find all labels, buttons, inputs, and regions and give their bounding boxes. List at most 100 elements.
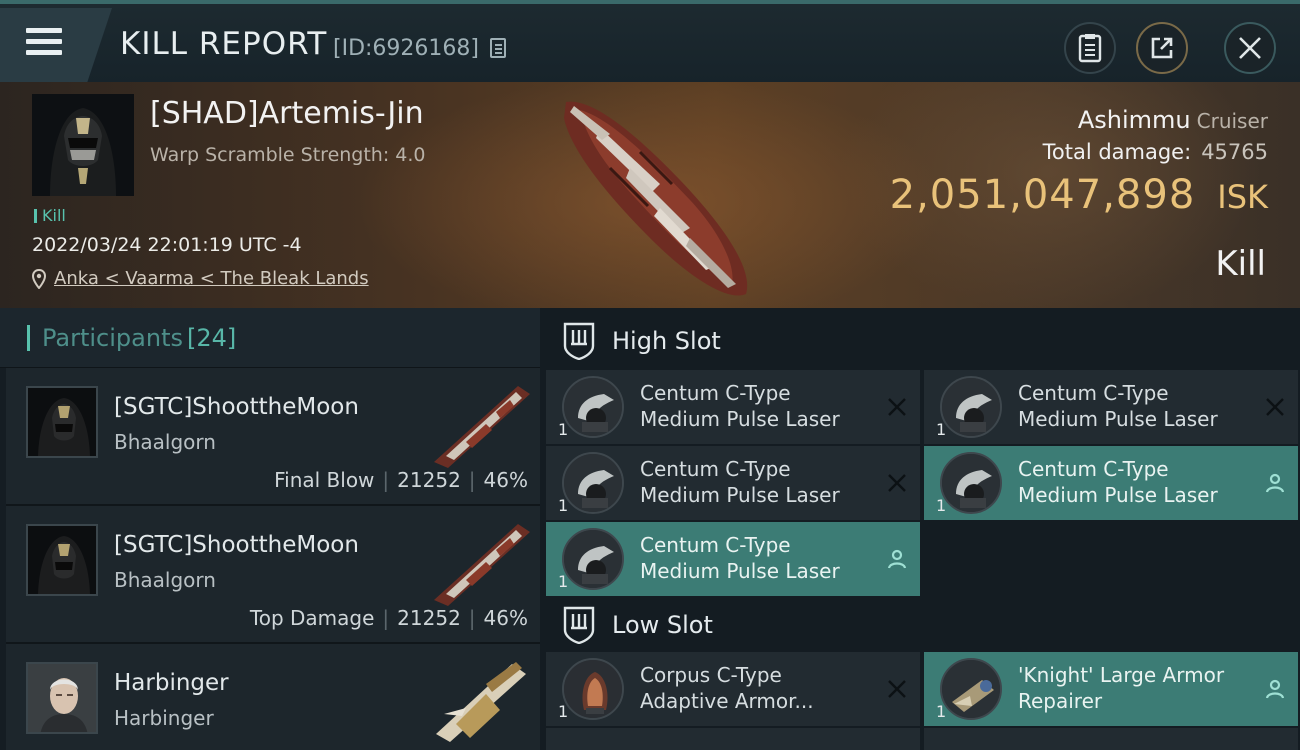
participant-ship: Harbinger — [114, 706, 214, 730]
high-slot-icon — [563, 322, 595, 360]
module-name: Centum C-Type Medium Pulse Laser — [1018, 457, 1218, 507]
participant-ship: Bhaalgorn — [114, 430, 216, 454]
warp-scramble-strength: Warp Scramble Strength: 4.0 — [150, 144, 426, 166]
module-name: Centum C-Type Medium Pulse Laser — [1018, 381, 1218, 431]
module-icon — [562, 376, 624, 438]
module-item[interactable]: 1 Centum C-Type Medium Pulse Laser — [924, 370, 1298, 444]
participant-stats: Top Damage | 21252 | 46% — [249, 606, 528, 630]
participants-panel: Participants [24] [SGTC]ShoottheMoon Bha… — [0, 308, 540, 750]
module-item[interactable]: 1 Centum C-Type Medium Pulse Laser — [546, 370, 920, 444]
total-damage: Total damage: 45765 — [1042, 140, 1268, 164]
dropped-person-icon — [1265, 473, 1285, 493]
participant-portrait[interactable] — [26, 386, 98, 458]
participant-ship-image — [436, 662, 526, 742]
fitting-panel: High Slot 1 Centum C-Type Medium Pulse La… — [540, 308, 1300, 750]
module-icon — [940, 658, 1002, 720]
module-item[interactable] — [924, 728, 1298, 750]
dropped-person-icon — [887, 549, 907, 569]
module-name: Centum C-Type Medium Pulse Laser — [640, 457, 840, 507]
destroyed-icon — [888, 680, 906, 698]
high-slot-header: High Slot — [540, 310, 1300, 372]
participant-damage: 21252 — [397, 468, 461, 492]
participant-name[interactable]: [SGTC]ShoottheMoon — [114, 394, 359, 420]
share-button[interactable] — [1136, 22, 1188, 74]
hamburger-icon — [26, 28, 62, 61]
module-quantity: 1 — [936, 496, 947, 515]
module-quantity: 1 — [558, 496, 569, 515]
module-name: Corpus C-Type Adaptive Armor... — [640, 663, 814, 713]
participant-name[interactable]: Harbinger — [114, 670, 229, 696]
module-item[interactable]: 1 Centum C-Type Medium Pulse Laser — [546, 446, 920, 520]
low-slot-header: Low Slot — [540, 594, 1300, 656]
clipboard-icon — [1078, 34, 1102, 63]
participant-ship-image — [434, 524, 530, 606]
module-icon — [562, 528, 624, 590]
module-icon — [940, 376, 1002, 438]
top-bar: KILL REPORT [ID:6926168] — [0, 0, 1300, 82]
module-icon — [562, 452, 624, 514]
destroyed-icon — [888, 474, 906, 492]
module-quantity: 1 — [936, 702, 947, 721]
module-name: 'Knight' Large Armor Repairer — [1018, 663, 1225, 713]
kill-tag: Kill — [34, 206, 66, 225]
module-icon — [562, 658, 624, 720]
participant-role: Top Damage — [249, 606, 375, 630]
menu-button[interactable] — [0, 8, 112, 82]
victim-banner: [SHAD]Artemis-Jin Warp Scramble Strength… — [0, 82, 1300, 308]
location-pin-icon — [32, 268, 46, 289]
victim-ship-image — [564, 101, 748, 296]
module-name: Centum C-Type Medium Pulse Laser — [640, 381, 840, 431]
close-button[interactable] — [1224, 22, 1276, 74]
kill-location[interactable]: Anka < Vaarma < The Bleak Lands — [32, 268, 369, 289]
participant-portrait[interactable] — [26, 662, 98, 734]
module-quantity: 1 — [558, 702, 569, 721]
participant-ship: Bhaalgorn — [114, 568, 216, 592]
location-link[interactable]: Anka < Vaarma < The Bleak Lands — [54, 268, 369, 289]
destroyed-icon — [888, 398, 906, 416]
dropped-person-icon — [1265, 679, 1285, 699]
kill-id: [ID:6926168] — [333, 36, 479, 61]
module-item[interactable]: 1 'Knight' Large Armor Repairer — [924, 652, 1298, 726]
participants-count: [24] — [186, 323, 237, 352]
isk-amount: 2,051,047,898 — [889, 172, 1196, 218]
victim-portrait[interactable] — [32, 94, 134, 196]
participant-portrait[interactable] — [26, 524, 98, 596]
report-button[interactable] — [1064, 22, 1116, 74]
victim-ship-name[interactable]: Ashimmu Cruiser — [1078, 106, 1268, 134]
isk-value: 2,051,047,898 ISK — [890, 172, 1268, 218]
page-title: KILL REPORT — [120, 26, 328, 62]
kill-result: Kill — [1215, 244, 1266, 284]
participant-name[interactable]: [SGTC]ShoottheMoon — [114, 532, 359, 558]
close-icon — [1239, 37, 1261, 59]
participant-row[interactable]: [SGTC]ShoottheMoon Bhaalgorn Top Damage |… — [6, 506, 540, 644]
module-quantity: 1 — [558, 572, 569, 591]
victim-ship-class: Cruiser — [1196, 109, 1268, 133]
participants-header: Participants [24] — [0, 308, 540, 368]
participants-label: Participants — [42, 323, 183, 352]
participant-row[interactable]: Harbinger Harbinger — [6, 644, 540, 750]
share-icon — [1151, 37, 1173, 59]
victim-name[interactable]: [SHAD]Artemis-Jin — [150, 96, 424, 131]
kill-datetime: 2022/03/24 22:01:19 UTC -4 — [32, 234, 302, 256]
participant-percent: 46% — [483, 468, 528, 492]
isk-label: ISK — [1217, 178, 1268, 216]
module-item[interactable]: 1 Centum C-Type Medium Pulse Laser — [924, 446, 1298, 520]
module-name: Centum C-Type Medium Pulse Laser — [640, 533, 840, 583]
high-slot-label: High Slot — [612, 327, 721, 355]
participant-row[interactable]: [SGTC]ShoottheMoon Bhaalgorn Final Blow |… — [6, 368, 540, 506]
destroyed-icon — [1266, 398, 1284, 416]
total-damage-value: 45765 — [1201, 140, 1268, 164]
module-item[interactable]: 1 Corpus C-Type Adaptive Armor... — [546, 652, 920, 726]
module-quantity: 1 — [936, 420, 947, 439]
participant-damage: 21252 — [397, 606, 461, 630]
module-quantity: 1 — [558, 420, 569, 439]
module-item[interactable] — [546, 728, 920, 750]
module-item[interactable]: 1 Centum C-Type Medium Pulse Laser — [546, 522, 920, 596]
low-slot-icon — [563, 606, 595, 644]
copy-icon[interactable] — [490, 38, 506, 58]
participant-stats: Final Blow | 21252 | 46% — [274, 468, 528, 492]
low-slot-label: Low Slot — [612, 611, 713, 639]
participant-percent: 46% — [483, 606, 528, 630]
module-icon — [940, 452, 1002, 514]
participant-ship-image — [434, 386, 530, 468]
